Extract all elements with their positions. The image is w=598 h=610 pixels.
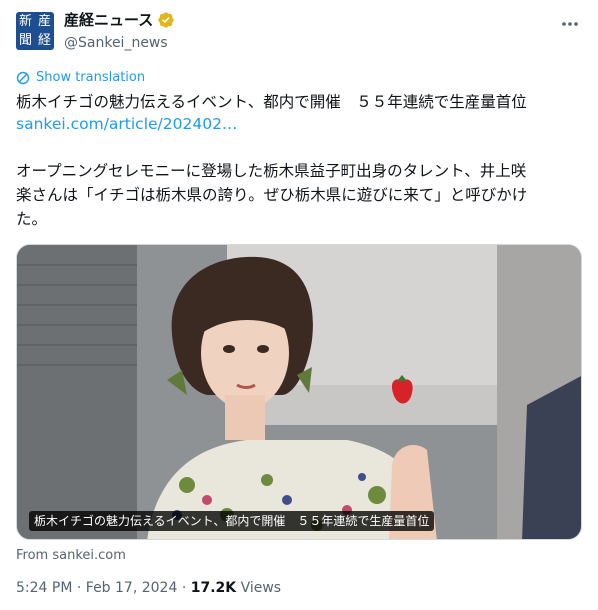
views-count[interactable]: 17.2K [191, 580, 236, 596]
tweet-body-line: オープニングセレモニーに登場した栃木県益子町出身のタレント、井上咲 [16, 162, 527, 180]
avatar-char: 経 [37, 33, 51, 48]
article-link[interactable]: sankei.com/article/202402… [16, 113, 582, 135]
avatar[interactable]: 産 経 新 聞 [16, 12, 54, 50]
avatar-char: 聞 [18, 33, 32, 48]
card-photo [17, 245, 581, 539]
avatar-char: 新 [18, 14, 32, 29]
verified-badge-icon [158, 12, 174, 28]
display-name-row[interactable]: 産経ニュース [64, 10, 175, 30]
meta-separator: · [76, 580, 82, 596]
tweet-text: 栃木イチゴの魅力伝えるイベント、都内で開催 ５５年連続で生産量首位 sankei… [16, 91, 582, 135]
show-translation-button[interactable]: Show translation [16, 70, 145, 85]
more-horizontal-icon[interactable] [560, 14, 580, 34]
views-label: Views [240, 580, 282, 596]
show-translation-label[interactable]: Show translation [36, 70, 145, 85]
account-names: 産経ニュース @Sankei_news [64, 10, 175, 53]
avatar-char: 産 [37, 14, 51, 29]
card-caption: 栃木イチゴの魅力伝えるイベント、都内で開催 ５５年連続で生産量首位 [29, 511, 435, 531]
card-source[interactable]: From sankei.com [16, 548, 126, 563]
display-name[interactable]: 産経ニュース [64, 10, 153, 30]
tweet-header: 産 経 新 聞 産経ニュース @Sankei_news [16, 10, 582, 54]
tweet-headline: 栃木イチゴの魅力伝えるイベント、都内で開催 ５５年連続で生産量首位 [16, 93, 527, 111]
tweet-body: オープニングセレモニーに登場した栃木県益子町出身のタレント、井上咲 楽さんは「イ… [16, 159, 582, 231]
translate-icon [16, 71, 30, 84]
link-card[interactable]: 栃木イチゴの魅力伝えるイベント、都内で開催 ５５年連続で生産量首位 [16, 244, 582, 540]
tweet-time[interactable]: 5:24 PM [16, 580, 72, 596]
handle[interactable]: @Sankei_news [64, 33, 175, 53]
tweet-body-line: 楽さんは「イチゴは栃木県の誇り。ぜひ栃木県に遊びに来て」と呼びかけ [16, 186, 528, 204]
meta-separator: · [181, 580, 187, 596]
tweet-date[interactable]: Feb 17, 2024 [86, 580, 178, 596]
tweet-body-line: た。 [16, 210, 48, 228]
tweet-meta: 5:24 PM · Feb 17, 2024 · 17.2K Views [16, 580, 281, 596]
